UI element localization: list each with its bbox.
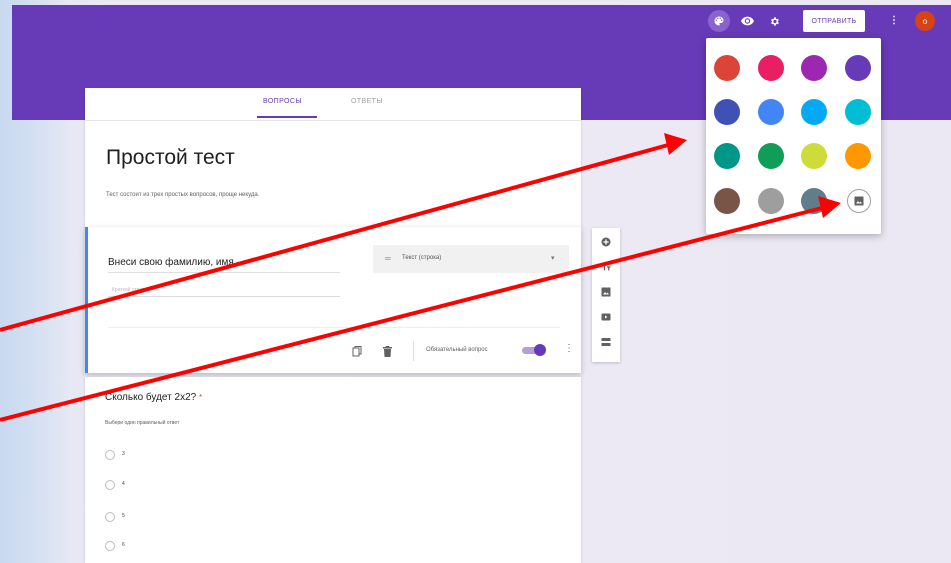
required-mark: * [199,393,203,402]
radio-button[interactable] [105,480,115,490]
option-label: 6 [122,542,125,548]
tab-answers[interactable]: ОТВЕТЫ [351,98,383,105]
more-vert-icon[interactable]: ⋮ [889,13,899,29]
question-title-underline [108,272,340,273]
color-swatch[interactable] [801,55,827,81]
side-toolbar [592,228,620,362]
option-label: 5 [122,513,125,519]
send-button[interactable]: ОТПРАВИТЬ [803,10,865,32]
tab-active-indicator [257,116,317,118]
add-image-icon[interactable] [600,286,612,298]
dropdown-caret-icon: ▾ [551,255,555,262]
color-swatch[interactable] [758,188,784,214]
color-swatch[interactable] [845,99,871,125]
annotation-arrowhead [664,133,687,155]
question-type-label: Текст (строка) [402,255,442,261]
form-header-card: ВОПРОСЫ ОТВЕТЫ Простой тест Тест состоит… [85,88,581,228]
color-swatch[interactable] [714,188,740,214]
add-title-icon[interactable] [600,261,612,273]
color-swatch[interactable] [714,55,740,81]
question-description: Выбери один правильный ответ [105,420,180,426]
short-answer-underline [108,296,340,297]
avatar[interactable]: о [915,11,935,31]
color-swatch[interactable] [714,99,740,125]
add-section-icon[interactable] [600,336,612,348]
question-card-active[interactable]: Внеси свою фамилию, имя Краткий ответ ═ … [85,227,581,373]
question-title[interactable]: Сколько будет 2х2? * [105,392,202,403]
color-swatch[interactable] [845,143,871,169]
duplicate-icon[interactable] [352,344,362,362]
image-icon [854,196,864,206]
short-answer-placeholder: Краткий ответ [112,287,145,293]
question-footer-divider [108,327,560,328]
form-title[interactable]: Простой тест [106,146,235,170]
settings-gear-icon[interactable] [763,10,785,32]
question-title[interactable]: Внеси свою фамилию, имя [108,257,234,268]
footer-separator [413,341,414,361]
required-toggle-knob[interactable] [534,344,546,356]
form-tabs: ВОПРОСЫ ОТВЕТЫ [85,88,581,120]
question-title-text: Сколько будет 2х2? [105,392,197,403]
color-swatch[interactable] [758,99,784,125]
form-description[interactable]: Тест состоит из трех простых вопросов, п… [106,192,259,198]
color-swatch[interactable] [714,143,740,169]
option-label: 3 [122,451,125,457]
theme-color-palette [706,38,881,234]
palette-icon[interactable] [708,10,730,32]
custom-image-theme-button[interactable] [847,189,871,213]
question-type-select[interactable]: ═ Текст (строка) ▾ [373,245,569,273]
color-swatch[interactable] [845,55,871,81]
color-swatch[interactable] [801,143,827,169]
preview-eye-icon[interactable] [736,10,758,32]
radio-button[interactable] [105,512,115,522]
question-more-icon[interactable]: ⋮ [564,343,574,354]
delete-icon[interactable] [383,344,392,362]
radio-button[interactable] [105,541,115,551]
short-text-icon: ═ [385,254,391,263]
add-question-icon[interactable] [600,236,612,248]
color-swatch[interactable] [801,99,827,125]
color-swatch[interactable] [758,143,784,169]
option-label: 4 [122,481,125,487]
question-card[interactable]: Сколько будет 2х2? * Выбери один правиль… [85,377,581,563]
required-label: Обязательный вопрос [426,347,488,353]
radio-button[interactable] [105,450,115,460]
add-video-icon[interactable] [600,311,612,323]
color-swatch[interactable] [801,188,827,214]
color-swatch[interactable] [758,55,784,81]
tabs-divider [85,120,581,121]
tab-questions[interactable]: ВОПРОСЫ [263,98,302,105]
